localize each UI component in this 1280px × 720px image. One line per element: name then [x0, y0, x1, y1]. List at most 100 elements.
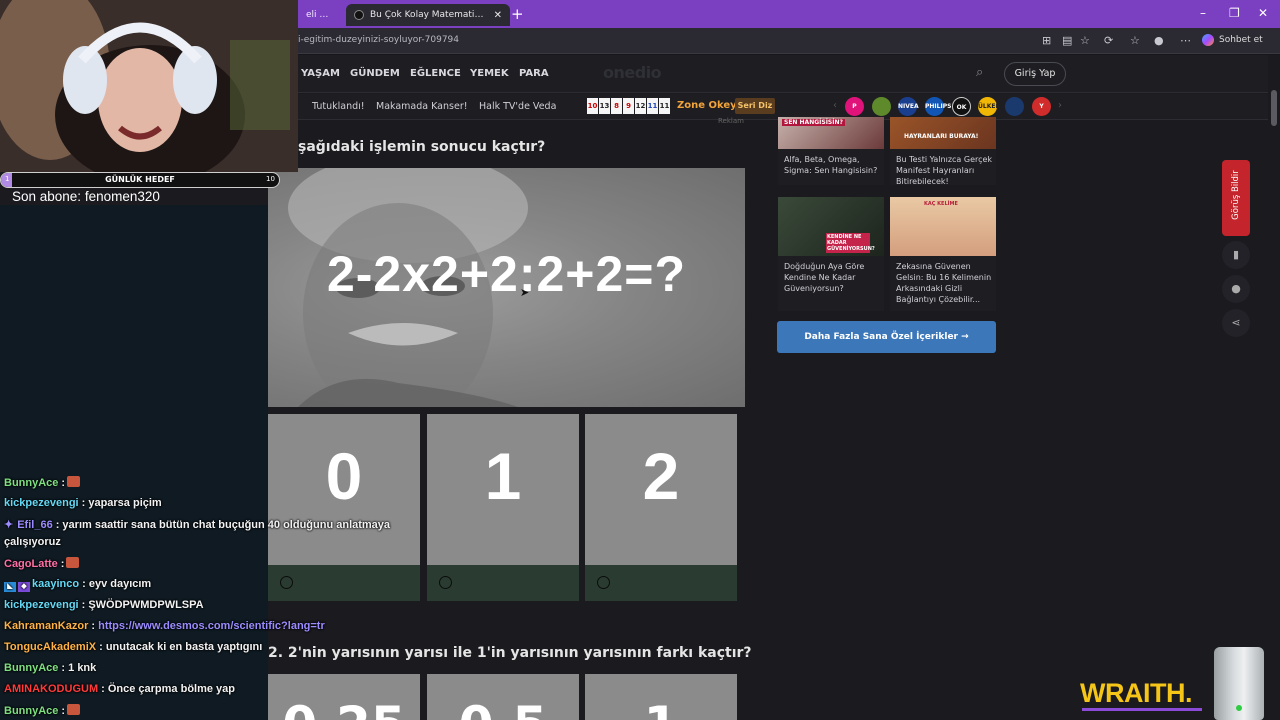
number-tile: 11: [647, 98, 658, 114]
nav-para[interactable]: PARA: [519, 68, 549, 79]
chat-message: BunnyAce:: [4, 704, 81, 717]
chat-message-continued: çalışıyoruz: [4, 536, 61, 548]
brand-badge-icon[interactable]: NIVEA: [898, 97, 919, 116]
profile-avatar-icon[interactable]: ●: [1154, 34, 1164, 47]
answer-option[interactable]: 0,25: [268, 674, 420, 720]
question-1-image: 2-2x2+2:2+2=? ➤: [268, 168, 745, 407]
share-icon[interactable]: ⋖: [1222, 309, 1250, 337]
chat-text: yarım saattir sana bütün chat buçuğun 40…: [62, 519, 391, 531]
copilot-button[interactable]: Sohbet et: [1202, 34, 1263, 46]
brand-badge-icon[interactable]: [872, 97, 891, 116]
sponsor-logo: WRAITH.: [1080, 678, 1192, 708]
related-card[interactable]: KENDİNE NE KADAR GÜVENİYORSUN? Doğduğun …: [778, 197, 884, 311]
related-card[interactable]: KAÇ KELİME Zekasına Güvenen Gelsin: Bu 1…: [890, 197, 996, 311]
radio-button[interactable]: [280, 576, 293, 589]
brand-badge-icon[interactable]: Y: [1032, 97, 1051, 116]
ad-label: Reklam: [718, 117, 744, 125]
chat-username: kaayinco: [32, 578, 80, 590]
answer-option[interactable]: 0: [268, 414, 420, 601]
tab-title: Bu Çok Kolay Matematik Testi Eğit: [370, 10, 488, 20]
favorite-star-icon[interactable]: ☆: [1080, 34, 1090, 47]
related-card[interactable]: SEN HANGİSİSİN? Alfa, Beta, Omega, Sigma…: [778, 117, 884, 185]
chevron-right-icon[interactable]: ›: [1058, 100, 1062, 111]
reader-icon[interactable]: ▤: [1062, 34, 1072, 47]
option-footer: [585, 565, 737, 601]
option-footer: [268, 565, 420, 601]
trend-link[interactable]: Tutuklandı!: [312, 101, 365, 112]
thumb-caption: HAYRANLARI BURAYA!: [904, 133, 979, 140]
more-menu-icon[interactable]: ⋯: [1180, 34, 1191, 47]
chat-username: kickpezevengi: [4, 599, 79, 611]
tab-title: eli Öğre: [306, 10, 334, 20]
search-icon[interactable]: ⌕: [976, 65, 983, 80]
option-value: 2: [642, 439, 680, 513]
answer-option[interactable]: 0,5: [427, 674, 579, 720]
okey-number-tiles[interactable]: 10 13 8 9 12 11 11: [587, 98, 670, 114]
chat-message: ◣ ◆ kaayinco: eyv dayıcım: [4, 578, 151, 592]
nav-yasam[interactable]: YAŞAM: [301, 68, 340, 79]
grid-icon[interactable]: ⊞: [1042, 34, 1051, 47]
number-tile: 12: [635, 98, 646, 114]
thumb-caption: SEN HANGİSİSİN?: [782, 119, 845, 126]
chat-link[interactable]: https://www.desmos.com/scientific?lang=t…: [98, 620, 325, 632]
brand-badge-icon[interactable]: OK: [952, 97, 971, 116]
site-logo[interactable]: onedio: [603, 63, 662, 82]
brand-badge-icon[interactable]: [1005, 97, 1024, 116]
chat-text: unutacak ki en basta yaptıgını: [105, 641, 263, 653]
answer-option[interactable]: 1: [585, 674, 737, 720]
close-window-icon[interactable]: ✕: [1258, 6, 1268, 20]
minimize-icon[interactable]: –: [1200, 6, 1206, 20]
chat-message: AMINAKODUGUM: Önce çarpma bölme yap: [4, 683, 236, 695]
webcam-feed: [0, 0, 298, 172]
chat-username: BunnyAce: [4, 705, 59, 717]
nav-gundem[interactable]: GÜNDEM: [350, 68, 400, 79]
chat-text: çalışıyoruz: [4, 536, 61, 548]
answer-option[interactable]: 2: [585, 414, 737, 601]
trend-link[interactable]: Makamada Kanser!: [376, 101, 468, 112]
url-text[interactable]: i-egitim-duzeyinizi-soyluyor-709794: [298, 35, 459, 45]
related-card[interactable]: HAYRANLARI BURAYA! Bu Testi Yalnızca Ger…: [890, 117, 996, 185]
number-tile: 11: [659, 98, 670, 114]
maximize-icon[interactable]: ❐: [1229, 6, 1240, 20]
more-content-button[interactable]: Daha Fazla Sana Özel İçerikler →: [777, 321, 996, 353]
zone-okey-link[interactable]: Zone Okey: [677, 100, 737, 111]
login-button[interactable]: Giriş Yap: [1004, 62, 1066, 86]
brand-badge-icon[interactable]: PHILIPS: [925, 97, 951, 116]
browser-tab-active[interactable]: Bu Çok Kolay Matematik Testi Eğit ✕: [346, 4, 510, 26]
close-tab-icon[interactable]: ✕: [494, 10, 502, 21]
onedio-favicon-icon: [354, 10, 364, 20]
feedback-label: Görüş Bildir: [1231, 170, 1241, 220]
question-1-title: şağıdaki işlemin sonucu kaçtır?: [298, 139, 546, 155]
goal-label: GÜNLÜK HEDEF: [105, 175, 175, 184]
scrollbar[interactable]: [1268, 55, 1280, 720]
option-footer: [427, 565, 579, 601]
collections-icon[interactable]: ☆: [1130, 34, 1140, 47]
browser-tab[interactable]: eli Öğre: [298, 4, 342, 26]
seri-diz-button[interactable]: Seri Diz: [735, 98, 775, 114]
chat-message: kickpezevengi: ŞWÖDPWMDPWLSPA: [4, 599, 204, 611]
nav-eglence[interactable]: EĞLENCE: [410, 68, 461, 79]
comment-icon[interactable]: ●: [1222, 275, 1250, 303]
question-2-title: 2. 2'nin yarısının yarısı ile 1'in yarıs…: [268, 645, 752, 661]
trend-link[interactable]: Halk TV'de Veda: [479, 101, 556, 112]
answer-option[interactable]: 1: [427, 414, 579, 601]
scroll-thumb[interactable]: [1271, 90, 1277, 126]
brand-badge-icon[interactable]: P: [845, 97, 864, 116]
bookmark-icon[interactable]: ▮: [1222, 241, 1250, 269]
new-tab-plus-icon[interactable]: +: [511, 5, 524, 23]
number-tile: 10: [587, 98, 598, 114]
extensions-icon[interactable]: ⟳: [1104, 34, 1113, 47]
brand-badge-icon[interactable]: ÜLKER: [978, 97, 1000, 116]
goal-max: 10: [266, 175, 275, 183]
feedback-button[interactable]: Görüş Bildir: [1222, 160, 1250, 236]
copilot-label: Sohbet et: [1219, 35, 1263, 45]
radio-button[interactable]: [439, 576, 452, 589]
nav-yemek[interactable]: YEMEK: [470, 68, 509, 79]
chat-text: eyv dayıcım: [88, 578, 152, 590]
option-value: 1: [484, 439, 522, 513]
chevron-left-icon[interactable]: ‹: [833, 100, 837, 111]
radio-button[interactable]: [597, 576, 610, 589]
last-subscriber: Son abone: fenomen320: [12, 189, 160, 204]
chat-username: BunnyAce: [4, 477, 59, 489]
screen: eli Öğre Bu Çok Kolay Matematik Testi Eğ…: [0, 0, 1280, 720]
